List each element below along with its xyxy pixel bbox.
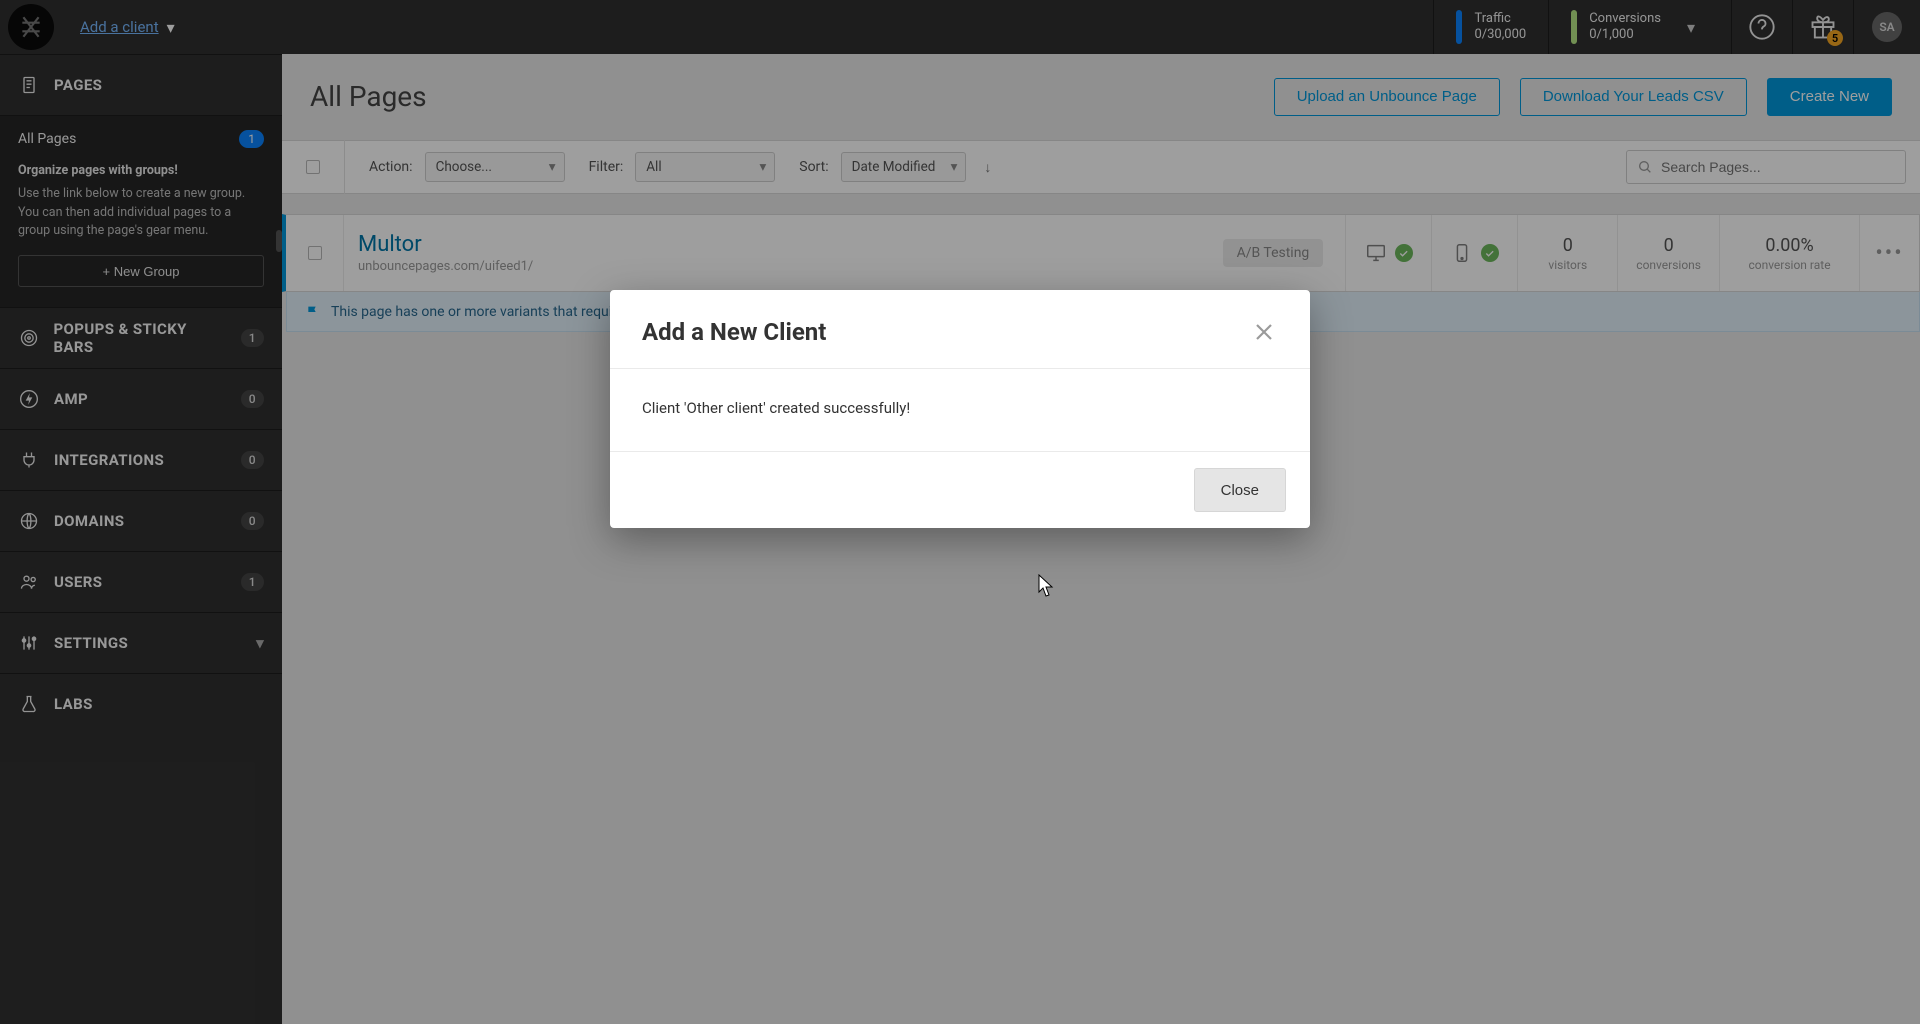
modal-title: Add a New Client bbox=[642, 318, 826, 346]
close-icon bbox=[1252, 320, 1276, 344]
modal-close-x[interactable] bbox=[1250, 318, 1278, 346]
modal-overlay[interactable]: Add a New Client Client 'Other client' c… bbox=[0, 0, 1920, 1024]
add-client-modal: Add a New Client Client 'Other client' c… bbox=[610, 290, 1310, 528]
modal-close-button[interactable]: Close bbox=[1194, 468, 1286, 512]
modal-message: Client 'Other client' created successful… bbox=[642, 399, 910, 417]
